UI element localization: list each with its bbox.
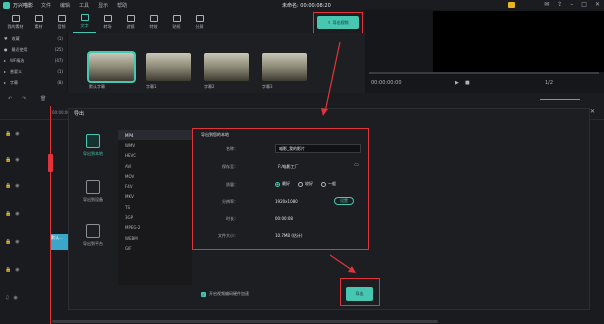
arrow-head: [321, 108, 328, 116]
annotation-arrows: [321, 41, 356, 273]
arrow-line: [324, 41, 341, 113]
arrow-line: [329, 254, 353, 271]
arrow-head: [348, 266, 356, 273]
